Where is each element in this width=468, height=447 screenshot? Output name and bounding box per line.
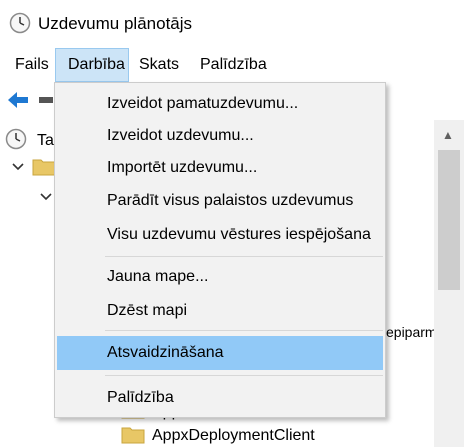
clock-icon [9,12,31,34]
menu-item-create-task[interactable]: Izveidot uzdevumu... [57,119,383,153]
forward-arrow-icon[interactable] [38,94,54,106]
title-bar: Uzdevumu plānotājs [0,0,468,48]
chevron-down-icon[interactable] [12,162,24,172]
menu-file[interactable]: Fails [15,48,49,82]
menu-separator [105,330,383,331]
back-arrow-icon[interactable] [6,91,30,109]
menu-separator [105,256,383,257]
tree-root-label[interactable]: Ta [37,132,54,150]
clock-icon [5,128,27,150]
menu-view[interactable]: Skats [139,48,179,82]
menu-item-enable-history[interactable]: Visu uzdevumu vēstures iespējošana [57,218,383,252]
chevron-down-icon[interactable] [40,192,52,202]
menu-item-delete-folder[interactable]: Dzēst mapi [57,294,383,328]
menu-separator [105,375,383,376]
menu-bar: Fails Darbība Skats Palīdzība [0,48,468,82]
scrollbar-thumb[interactable] [438,150,460,290]
menu-item-show-running[interactable]: Parādīt visus palaistos uzdevumus [57,184,383,218]
menu-item-new-folder[interactable]: Jauna mape... [57,260,383,294]
menu-action[interactable]: Darbība [55,48,129,82]
menu-item-import-task[interactable]: Importēt uzdevumu... [57,151,383,185]
scroll-up-icon[interactable]: ▲ [442,128,454,142]
folder-icon [121,427,145,444]
window-title: Uzdevumu plānotājs [38,14,193,33]
action-menu-dropdown: Izveidot pamatuzdevumu... Izveidot uzdev… [54,82,386,418]
menu-item-help[interactable]: Palīdzība [57,381,383,415]
menu-item-refresh[interactable]: Atsvaidzināšana [57,336,383,370]
folder-clock-icon [32,159,56,176]
menu-item-create-basic-task[interactable]: Izveidot pamatuzdevumu... [57,87,383,121]
menu-help[interactable]: Palīdzība [200,48,267,82]
tree-folder-label[interactable]: AppxDeploymentClient [152,427,315,445]
